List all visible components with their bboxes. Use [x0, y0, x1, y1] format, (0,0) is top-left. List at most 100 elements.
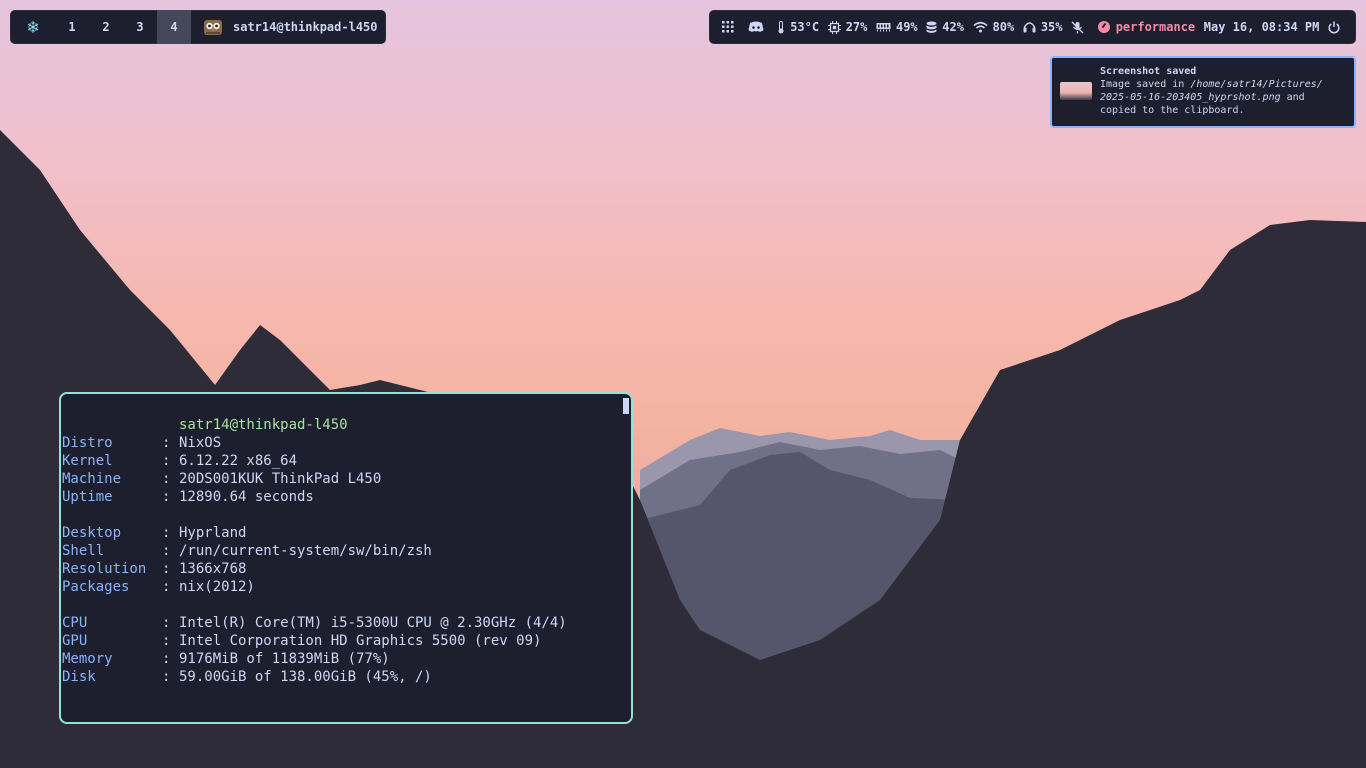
sysinfo-key: Packages — [62, 579, 130, 595]
microphone-muted-icon — [1071, 21, 1084, 33]
sysinfo-value: Hyprland — [179, 525, 247, 541]
discord-tray-icon[interactable] — [748, 21, 769, 33]
terminal-window[interactable]: satr14@thinkpad-l450 Distro: NixOS Kernel… — [59, 392, 633, 724]
ram-icon — [876, 23, 891, 32]
workspace-4[interactable]: 4 — [157, 10, 191, 44]
terminal-cursor — [623, 398, 629, 414]
sysinfo-value: nix(2012) — [179, 579, 255, 595]
sysinfo-key: Disk — [62, 669, 96, 685]
sysinfo-gap — [61, 506, 567, 524]
sysinfo-row-cpu: CPU: Intel(R) Core(TM) i5-5300U CPU @ 2.3… — [61, 614, 567, 632]
sysinfo-value: Intel Corporation HD Graphics 5500 (rev … — [179, 633, 542, 649]
sysinfo-list: Distro: NixOS Kernel:6.12.22 x86_64 Machi… — [61, 434, 567, 686]
sysinfo-key: Memory — [62, 651, 113, 667]
sysinfo-value: 12890.64 seconds — [179, 489, 314, 505]
sysinfo-separator: : — [162, 579, 171, 595]
window-title-text: satr14@thinkpad-l450 — [233, 20, 378, 34]
power-icon — [1328, 21, 1340, 34]
wifi-module[interactable]: 80% — [973, 20, 1015, 34]
active-window[interactable]: satr14@thinkpad-l450 — [203, 17, 378, 37]
volume-module[interactable]: 35% — [1023, 20, 1063, 34]
sysinfo-key: Shell — [62, 543, 105, 559]
memory-module[interactable]: 49% — [876, 20, 918, 34]
sysinfo-key: Machine — [62, 471, 122, 487]
sysinfo-separator: : — [162, 489, 171, 505]
notification-body: Image saved in /home/satr14/Pictures/ 20… — [1100, 78, 1344, 117]
disk-module[interactable]: 42% — [926, 20, 964, 34]
sysinfo-value: 20DS001KUK ThinkPad L450 — [179, 471, 382, 487]
sysinfo-key: Uptime — [62, 489, 113, 505]
workspace-2[interactable]: 2 — [89, 10, 123, 44]
sysinfo-row-gpu: GPU: Intel Corporation HD Graphics 5500 (… — [61, 632, 567, 650]
sysinfo-separator: : — [162, 453, 171, 469]
sysinfo-value: 9176MiB of 11839MiB (77%) — [179, 651, 390, 667]
sysinfo-value: 1366x768 — [179, 561, 247, 577]
temperature-value: 53°C — [790, 20, 820, 34]
volume-value: 35% — [1040, 20, 1063, 34]
owl-terminal-icon — [204, 20, 222, 35]
sysinfo-separator: : — [162, 669, 171, 685]
nixos-snowflake-icon[interactable]: ❄ — [11, 17, 55, 38]
temperature-module[interactable]: 53°C — [777, 20, 819, 34]
sysinfo-separator: : — [162, 435, 171, 451]
sysinfo-key: Desktop — [62, 525, 122, 541]
sysinfo-separator: : — [162, 561, 171, 577]
app-grid-icon[interactable] — [722, 21, 739, 33]
power-button[interactable] — [1328, 21, 1345, 34]
grid-icon — [722, 21, 734, 33]
database-icon — [926, 21, 937, 33]
notification-body-prefix: Image saved in — [1100, 79, 1191, 90]
sysinfo-key: Distro — [62, 435, 113, 451]
sysinfo-key: Resolution — [62, 561, 147, 577]
sysinfo-row-desktop: Desktop: Hyprland — [61, 524, 567, 542]
notification-title: Screenshot saved — [1100, 66, 1197, 77]
sysinfo-value: Intel(R) Core(TM) i5-5300U CPU @ 2.30GHz… — [179, 615, 567, 631]
sysinfo-row-resolution: Resolution:1366x768 — [61, 560, 567, 578]
sysinfo-row-uptime: Uptime:12890.64 seconds — [61, 488, 567, 506]
power-profile-value: performance — [1115, 20, 1196, 34]
workspace-1[interactable]: 1 — [55, 10, 89, 44]
sysinfo-row-machine: Machine:20DS001KUK ThinkPad L450 — [61, 470, 567, 488]
headphones-icon — [1023, 22, 1036, 33]
sysinfo-row-distro: Distro: NixOS — [61, 434, 567, 452]
sysinfo-row-kernel: Kernel:6.12.22 x86_64 — [61, 452, 567, 470]
wifi-icon — [973, 21, 988, 33]
cpu-value: 27% — [845, 20, 868, 34]
topbar-left: ❄ 1 2 3 4 satr14@thinkpad-l450 — [10, 10, 386, 44]
sysinfo-row-disk: Disk:59.00GiB of 138.00GiB (45%, /) — [61, 668, 567, 686]
sysinfo-key: Kernel — [62, 453, 113, 469]
sysinfo-separator: : — [162, 543, 171, 559]
sysinfo-row-shell: Shell: /run/current-system/sw/bin/zsh — [61, 542, 567, 560]
sysinfo-key: CPU — [62, 615, 88, 631]
sysinfo-separator: : — [162, 525, 171, 541]
cpu-module[interactable]: 27% — [827, 20, 868, 34]
power-profile-module[interactable]: performance — [1097, 20, 1196, 34]
topbar-right: 53°C 27% 49% 42% 80% 35% performance May… — [709, 10, 1356, 44]
clock-module[interactable]: May 16, 08:34 PM — [1204, 20, 1320, 34]
sysinfo-separator: : — [162, 471, 171, 487]
workspace-3[interactable]: 3 — [123, 10, 157, 44]
screenshot-thumbnail — [1060, 82, 1092, 100]
sysinfo-row-memory: Memory:9176MiB of 11839MiB (77%) — [61, 650, 567, 668]
sysinfo-row-packages: Packages: nix(2012) — [61, 578, 567, 596]
screenshot-notification[interactable]: Screenshot saved Image saved in /home/sa… — [1050, 56, 1356, 128]
sysinfo-value: NixOS — [179, 435, 222, 451]
thermometer-icon — [778, 20, 784, 33]
disk-value: 42% — [942, 20, 964, 34]
cpu-icon — [827, 20, 841, 34]
discord-icon — [748, 21, 764, 32]
sysinfo-value: 6.12.22 x86_64 — [179, 453, 298, 469]
sysinfo-separator: : — [162, 651, 171, 667]
notification-content: Screenshot saved Image saved in /home/sa… — [1100, 66, 1344, 120]
microphone-module[interactable] — [1071, 21, 1089, 34]
sysinfo-value: 59.00GiB of 138.00GiB (45%, /) — [179, 669, 432, 685]
sysinfo-gap — [61, 596, 567, 614]
datetime-value: May 16, 08:34 PM — [1203, 20, 1320, 34]
sysinfo-value: /run/current-system/sw/bin/zsh — [179, 543, 432, 559]
terminal-user-host: satr14@thinkpad-l450 — [179, 417, 348, 433]
wifi-value: 80% — [992, 20, 1015, 34]
sysinfo-key: GPU — [62, 633, 88, 649]
sysinfo-separator: : — [162, 633, 171, 649]
sysinfo-separator: : — [162, 615, 171, 631]
gauge-icon — [1097, 21, 1110, 33]
